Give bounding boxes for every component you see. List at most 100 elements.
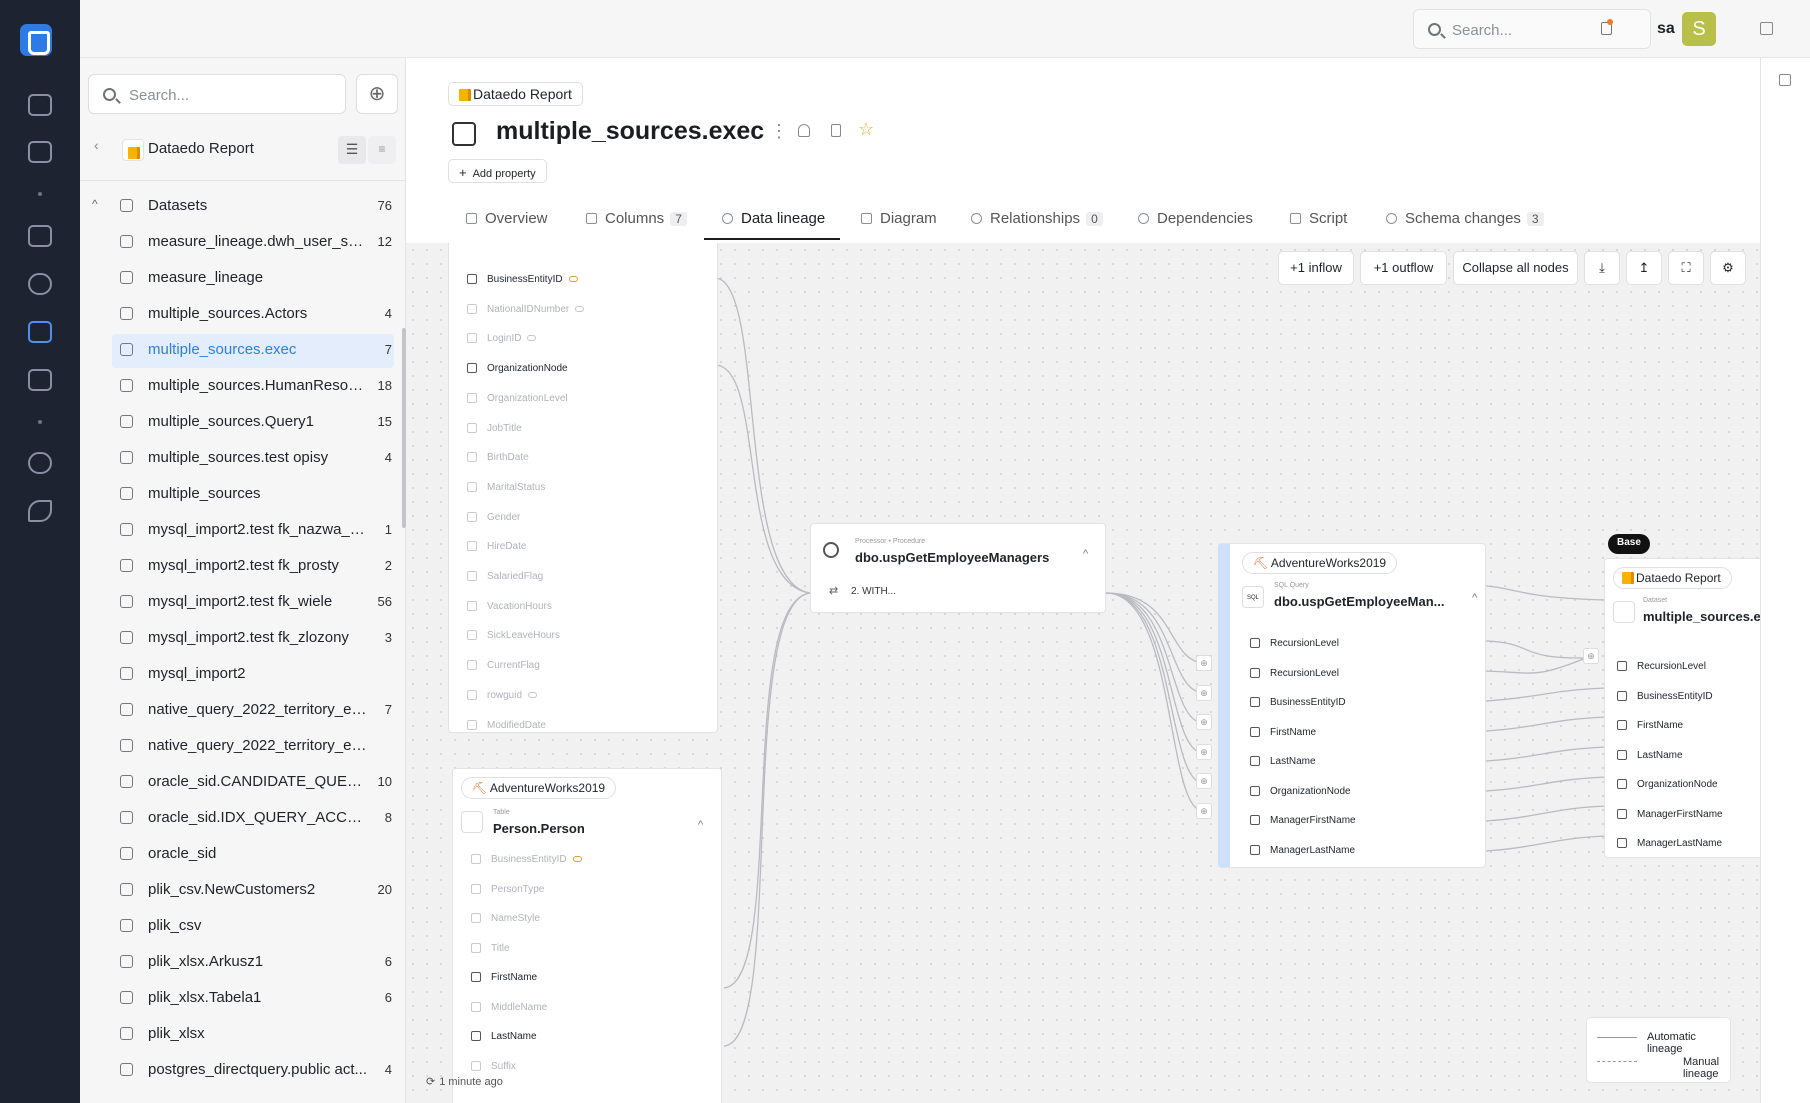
star-icon[interactable]: ☆ (858, 119, 874, 140)
sidebar-item[interactable]: postgres_directquery.public act... 4 (80, 1052, 406, 1088)
sidebar-item[interactable]: plik_xlsx (80, 1016, 406, 1052)
column-handle-icon[interactable]: ⊕ (1196, 743, 1212, 760)
more-options-icon[interactable]: ⋮ (770, 121, 788, 142)
sidebar-item[interactable]: mysql_import2 (80, 656, 406, 692)
source-header[interactable]: ‹ Dataedo Report ☰ ≡ (80, 128, 406, 168)
sidebar-item-label: mysql_import2.test fk_wiele (148, 593, 333, 610)
add-property-button[interactable]: + Add property (448, 159, 547, 183)
expand-panel-icon[interactable] (1779, 74, 1791, 86)
bell-icon[interactable] (798, 124, 810, 137)
tab-overview[interactable]: Overview (466, 210, 548, 227)
column-icon (1250, 815, 1260, 825)
sidebar-item[interactable]: oracle_sid.IDX_QUERY_ACCUR... 8 (80, 800, 406, 836)
tab-relationships[interactable]: Relationships 0 (971, 210, 1103, 227)
glossary-book-icon[interactable] (28, 225, 52, 247)
sidebar-item[interactable]: multiple_sources.HumanResou... 18 (80, 368, 406, 404)
tab-columns[interactable]: Columns 7 (586, 210, 687, 227)
sidebar-group-datasets[interactable]: ^ Datasets 76 (80, 188, 406, 224)
fullscreen-icon[interactable]: ⛶ (1668, 251, 1704, 285)
column-handle-icon[interactable]: ⊕ (1196, 773, 1212, 790)
employee-table-node[interactable]: BusinessEntityID NationalIDNumber LoginID O… (448, 243, 718, 733)
sidebar-search-input[interactable]: Search... (88, 74, 346, 114)
breadcrumb[interactable]: Dataedo Report (448, 82, 583, 106)
column-handle-icon[interactable]: ⊕ (1196, 714, 1212, 731)
sidebar-item[interactable]: measure_lineage.dwh_user_se... 12 (80, 224, 406, 260)
sidebar-item[interactable]: mysql_import2.test fk_nazwa_ta... 1 (80, 512, 406, 548)
reports-icon[interactable] (28, 141, 52, 163)
dashboard-icon[interactable] (28, 94, 52, 116)
tasks-clipboard-icon[interactable] (28, 369, 52, 391)
global-search-input[interactable]: Search... (1413, 9, 1651, 49)
key-icon (568, 276, 578, 282)
share-icon[interactable]: ↥ (1626, 251, 1662, 285)
sidebar-item[interactable]: mysql_import2.test fk_zlozony 3 (80, 620, 406, 656)
bookmark-icon[interactable] (831, 124, 841, 137)
sidebar-item[interactable]: native_query_2022_territory_empl... (80, 728, 406, 764)
tab-dependencies[interactable]: Dependencies (1138, 210, 1253, 227)
download-icon[interactable]: ⤓ (1584, 251, 1620, 285)
logout-icon[interactable] (1760, 22, 1773, 35)
sidebar-item[interactable]: multiple_sources.test opisy 4 (80, 440, 406, 476)
column-icon (1250, 726, 1260, 737)
column-name: BusinessEntityID (1637, 690, 1713, 702)
list-view-icon[interactable]: ☰ (338, 136, 366, 164)
domains-icon[interactable] (28, 273, 52, 295)
base-dataset-node[interactable]: Dataedo Report Dataset multiple_sources.… (1604, 558, 1760, 858)
tab-script[interactable]: Script (1290, 210, 1347, 227)
sidebar-item[interactable]: mysql_import2.test fk_prosty 2 (80, 548, 406, 584)
lineage-canvas[interactable]: +1 inflow +1 outflow Collapse all nodes … (406, 243, 1760, 1103)
column-handle-icon[interactable]: ⊕ (1196, 684, 1212, 701)
column-handle-icon[interactable]: ⊕ (1196, 803, 1212, 819)
dataset-icon (120, 307, 133, 320)
sidebar-item[interactable]: multiple_sources.Actors 4 (80, 296, 406, 332)
sidebar-item[interactable]: oracle_sid (80, 836, 406, 872)
column-handle-icon[interactable]: ⊕ (1196, 655, 1212, 671)
tab-data-lineage[interactable]: Data lineage (722, 210, 825, 227)
sidebar-item[interactable]: plik_xlsx.Arkusz1 6 (80, 944, 406, 980)
user-avatar[interactable]: S (1682, 12, 1716, 46)
sidebar-item[interactable]: native_query_2022_territory_em... 7 (80, 692, 406, 728)
tab-schema-changes[interactable]: Schema changes 3 (1386, 210, 1544, 227)
procedure-node[interactable]: Processor • Procedure dbo.uspGetEmployee… (810, 523, 1106, 613)
column-handle-icon[interactable]: ⊕ (1583, 648, 1599, 664)
settings-hex-icon[interactable] (28, 452, 52, 474)
sidebar-item[interactable]: measure_lineage (80, 260, 406, 296)
tree-view-icon[interactable]: ≡ (368, 136, 396, 164)
person-table-node[interactable]: ⛏ AdventureWorks2019 Table Person.Person… (452, 768, 722, 1103)
column-icon (467, 333, 477, 344)
dataset-icon (120, 811, 133, 824)
sidebar-item[interactable]: multiple_sources.Query1 15 (80, 404, 406, 440)
sqlserver-icon: ⛏ (1253, 556, 1271, 570)
dataedo-logo-icon[interactable] (20, 24, 52, 56)
sidebar-item[interactable]: multiple_sources (80, 476, 406, 512)
sidebar-item[interactable]: plik_csv.NewCustomers2 20 (80, 872, 406, 908)
dataset-icon (120, 415, 133, 428)
settings-icon[interactable]: ⚙ (1710, 251, 1746, 285)
procedure-step[interactable]: 2. WITH... (851, 586, 896, 597)
collapse-all-button[interactable]: Collapse all nodes (1453, 251, 1578, 285)
tab-diagram[interactable]: Diagram (861, 210, 937, 227)
column-name: RecursionLevel (1270, 638, 1339, 649)
sql-query-node[interactable]: 2 ‹ ⛏ AdventureWorks2019 SQL SQL Query d… (1218, 543, 1486, 868)
collapse-chevron-icon[interactable]: ^ (698, 819, 703, 831)
sidebar-item[interactable]: plik_csv (80, 908, 406, 944)
outflow-button[interactable]: +1 outflow (1360, 251, 1447, 285)
back-chevron-icon[interactable]: ‹ (94, 137, 99, 153)
dataset-icon (120, 271, 133, 284)
notifications-icon[interactable] (1601, 19, 1613, 35)
collapse-chevron-icon[interactable]: ^ (1472, 592, 1477, 604)
sidebar-item[interactable]: plik_xlsx.Tabela1 6 (80, 980, 406, 1016)
add-button[interactable]: ⊕ (356, 74, 398, 114)
column-icon (467, 422, 477, 433)
expand-left-chevron-icon[interactable]: ‹ (1218, 694, 1222, 708)
catalog-icon[interactable] (28, 321, 52, 343)
connectors-plug-icon[interactable] (28, 500, 52, 522)
sidebar-item[interactable]: multiple_sources.exec 7 (80, 332, 406, 368)
inflow-button[interactable]: +1 inflow (1278, 251, 1354, 285)
tab-bar: Overview Columns 7 Data lineage Diagram R… (406, 198, 1760, 242)
sidebar-item[interactable]: oracle_sid.CANDIDATE_QUERY... 10 (80, 764, 406, 800)
column-name: OrganizationNode (1637, 779, 1718, 790)
sidebar-item[interactable]: mysql_import2.test fk_wiele 56 (80, 584, 406, 620)
refresh-icon[interactable]: ⟳ (426, 1076, 435, 1088)
collapse-chevron-icon[interactable]: ^ (1083, 548, 1088, 560)
